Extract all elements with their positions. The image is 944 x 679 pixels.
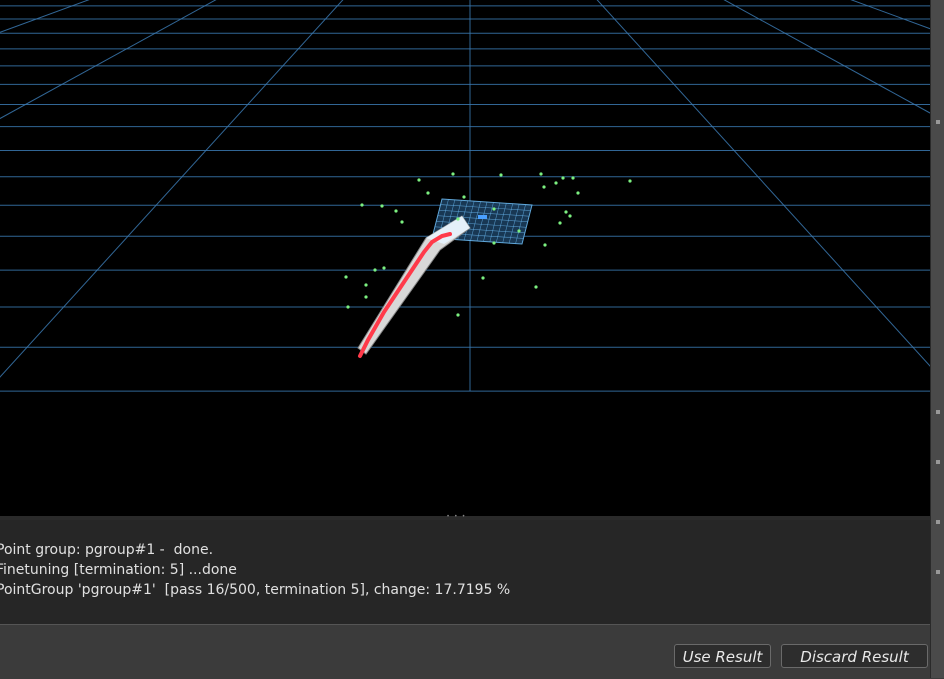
tracked-point bbox=[539, 172, 543, 176]
selected-camera-marker bbox=[478, 215, 487, 219]
tracked-point bbox=[456, 217, 460, 221]
grid-column-line bbox=[622, 0, 930, 391]
console-line: PointGroup 'pgroup#1' [pass 16/500, term… bbox=[0, 582, 511, 598]
grid-column-line bbox=[0, 0, 166, 391]
tracked-point bbox=[492, 207, 496, 211]
tracked-point bbox=[499, 173, 503, 177]
grid-column-line bbox=[0, 0, 250, 391]
strip-marker bbox=[936, 570, 940, 574]
grid-column-line bbox=[588, 0, 930, 391]
grid-column-line bbox=[0, 0, 369, 391]
grid-column-line bbox=[0, 0, 335, 391]
splitter-grip-icon[interactable]: • • • bbox=[447, 514, 471, 520]
tracked-point bbox=[400, 220, 404, 224]
grid-column-line bbox=[850, 0, 930, 30]
tracked-point bbox=[561, 176, 565, 180]
grid-column-line bbox=[757, 0, 930, 391]
grid-column-line bbox=[0, 0, 402, 391]
console-line: Point group: pgroup#1 - done. bbox=[0, 542, 214, 558]
grid-column-line bbox=[0, 0, 233, 391]
tracked-point bbox=[481, 276, 485, 280]
tracked-point bbox=[628, 179, 632, 183]
grid-column-line bbox=[808, 0, 930, 391]
tracked-point bbox=[558, 221, 562, 225]
grid-column-line bbox=[0, 0, 132, 391]
tracked-point bbox=[394, 209, 398, 213]
grid-column-line bbox=[791, 0, 930, 391]
tracked-point bbox=[380, 204, 384, 208]
grid-column-line bbox=[723, 0, 930, 114]
tracked-point bbox=[542, 185, 546, 189]
grid-column-line bbox=[0, 0, 318, 391]
tracked-point bbox=[517, 229, 521, 233]
grid-column-line bbox=[0, 0, 352, 391]
grid-column-line bbox=[656, 0, 930, 391]
tracked-point bbox=[346, 305, 350, 309]
3d-scene bbox=[0, 0, 931, 392]
grid-column-line bbox=[538, 0, 930, 391]
grid-column-line bbox=[0, 0, 344, 378]
console-line: Finetuning [termination: 5] ...done bbox=[0, 562, 237, 578]
tracked-point bbox=[571, 176, 575, 180]
tracked-point bbox=[373, 268, 377, 272]
grid-column-line bbox=[774, 0, 930, 391]
grid-column-line bbox=[707, 0, 930, 391]
tracked-point bbox=[417, 178, 421, 182]
tracked-point bbox=[451, 172, 455, 176]
grid-column-line bbox=[0, 0, 386, 391]
strip-marker bbox=[936, 460, 940, 464]
grid-column-line bbox=[639, 0, 930, 391]
tracked-point bbox=[456, 313, 460, 317]
grid-column-line bbox=[0, 0, 284, 391]
strip-marker bbox=[936, 120, 940, 124]
strip-marker bbox=[936, 410, 940, 414]
grid-column-line bbox=[605, 0, 930, 391]
tracked-point bbox=[344, 275, 348, 279]
tracked-points bbox=[344, 172, 632, 317]
tracked-point bbox=[426, 191, 430, 195]
tracked-point bbox=[492, 241, 496, 245]
tracked-point bbox=[576, 191, 580, 195]
console-log-panel: Point group: pgroup#1 - done. Finetuning… bbox=[0, 520, 930, 624]
grid-column-line bbox=[0, 0, 149, 391]
grid-column-line bbox=[0, 0, 90, 33]
right-scrollbar[interactable] bbox=[930, 0, 944, 678]
grid-column-line bbox=[596, 0, 930, 367]
ground-grid bbox=[0, 0, 931, 392]
tracked-point bbox=[360, 203, 364, 207]
tracked-point bbox=[364, 295, 368, 299]
grid-column-line bbox=[0, 0, 183, 391]
grid-column-line bbox=[0, 0, 301, 391]
grid-column-line bbox=[740, 0, 930, 391]
use-result-button[interactable]: Use Result bbox=[674, 644, 771, 668]
grid-column-line bbox=[690, 0, 930, 391]
dialog-footer: Use Result Discard Result bbox=[0, 624, 930, 679]
tracked-point bbox=[364, 283, 368, 287]
discard-result-button[interactable]: Discard Result bbox=[781, 644, 928, 668]
tracked-point bbox=[543, 243, 547, 247]
strip-marker bbox=[936, 520, 940, 524]
tracked-point bbox=[564, 210, 568, 214]
grid-column-line bbox=[555, 0, 931, 391]
tracked-point bbox=[382, 266, 386, 270]
tracked-point bbox=[462, 195, 466, 199]
tracked-point bbox=[554, 181, 558, 185]
3d-viewport[interactable] bbox=[0, 0, 930, 516]
tracked-point bbox=[534, 285, 538, 289]
grid-column-line bbox=[673, 0, 930, 391]
grid-column-line bbox=[571, 0, 930, 391]
tracked-point bbox=[568, 214, 572, 218]
grid-column-line bbox=[0, 0, 200, 391]
